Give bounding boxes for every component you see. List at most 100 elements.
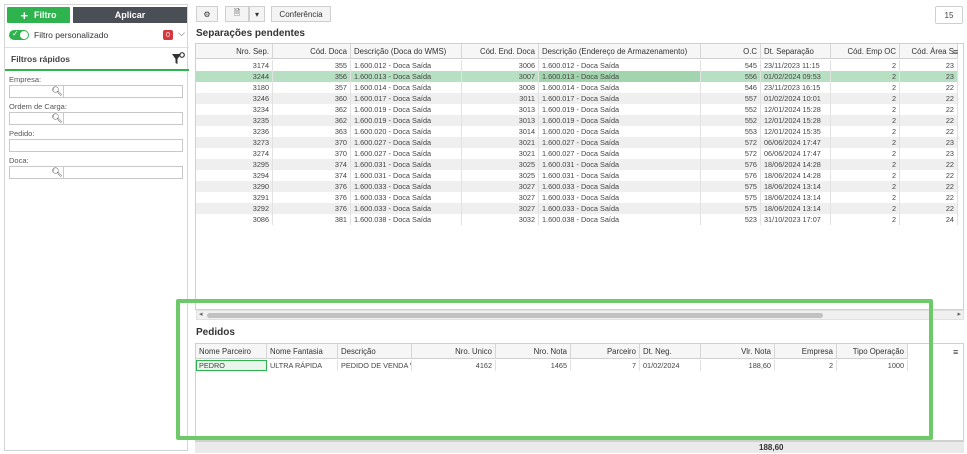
table-cell: 1.600.031 - Doca Saída [351,170,462,181]
column-header[interactable]: Descrição [338,344,412,359]
table-cell: 3180 [196,82,273,93]
filter-actions: + Filtro Aplicar [5,5,189,25]
table-row[interactable]: 3291 376 1.600.033 - Doca Saída 3027 1.600.0… [196,192,958,203]
table-cell: 188,60 [701,360,775,371]
table-cell: 576 [701,159,761,170]
table-cell: 1.600.013 - Doca Saída [539,71,701,82]
column-menu-icon[interactable]: ≡ [953,47,958,57]
table-cell: 01/02/2024 [640,360,701,371]
apply-button[interactable]: Aplicar [73,7,187,23]
separacoes-header-row: Nro. Sep. Cód. Doca Descrição (Doca do WMS… [196,44,958,59]
filter-count-badge: 0 [163,30,173,40]
column-header[interactable]: Cód. Área S [900,44,958,59]
table-cell: 553 [701,126,761,137]
table-row[interactable]: 3174 355 1.600.012 - Doca Saída 3006 1.600.0… [196,60,958,71]
column-header[interactable]: Descrição (Doca do WMS) [351,44,462,59]
table-cell: 370 [273,148,351,159]
column-header[interactable]: Nome Fantasia [267,344,338,359]
conferencia-button[interactable]: Conferência [271,6,331,22]
table-row[interactable]: 3235 362 1.600.019 - Doca Saída 3013 1.600.0… [196,115,958,126]
column-header[interactable]: Empresa [775,344,837,359]
table-row[interactable]: PEDRO ULTRA RÁPIDA PEDIDO DE VENDA V 4162 14… [196,360,908,371]
doca-name-input[interactable] [63,166,183,179]
table-cell: 1.600.027 - Doca Saída [351,148,462,159]
table-cell: 18/06/2024 14:28 [761,159,831,170]
table-row[interactable]: 3294 374 1.600.031 - Doca Saída 3025 1.600.0… [196,170,958,181]
export-button[interactable]: 🗎︎ [225,6,249,22]
table-cell: 22 [900,104,958,115]
pedido-label: Pedido: [9,129,35,138]
scroll-right-arrow-icon[interactable]: ▸ [957,310,961,318]
column-menu-icon[interactable]: ≡ [953,347,958,357]
empresa-name-input[interactable] [63,85,183,98]
table-row[interactable]: 3290 376 1.600.033 - Doca Saída 3027 1.600.0… [196,181,958,192]
custom-filter-row: ✓ Filtro personalizado 0 ⌵ [9,28,187,42]
column-header[interactable]: Tipo Operação [837,344,908,359]
column-header[interactable]: Cód. Emp OC [831,44,900,59]
table-cell: 355 [273,60,351,71]
column-header[interactable]: Nome Parceiro [196,344,267,359]
table-cell: 1.600.017 - Doca Saída [539,93,701,104]
separacoes-grid: Nro. Sep. Cód. Doca Descrição (Doca do WMS… [195,43,964,310]
pedido-input[interactable] [9,139,183,152]
table-row[interactable]: 3236 363 1.600.020 - Doca Saída 3014 1.600.0… [196,126,958,137]
table-cell: 23/11/2023 16:15 [761,82,831,93]
table-cell: 3235 [196,115,273,126]
column-header[interactable]: Descrição (Endereço de Armazenamento) [539,44,701,59]
add-filter-button[interactable]: + Filtro [7,7,70,23]
table-cell: 3246 [196,93,273,104]
chevron-down-icon[interactable]: ⌵ [178,28,185,39]
scroll-left-arrow-icon[interactable]: ◂ [199,310,203,318]
table-row[interactable]: 3180 357 1.600.014 - Doca Saída 3008 1.600.0… [196,82,958,93]
table-cell: 1.600.017 - Doca Saída [351,93,462,104]
table-cell: 2 [831,137,900,148]
column-header[interactable]: O.C [701,44,761,59]
column-header[interactable]: Cód. Doca [273,44,351,59]
table-cell: 22 [900,159,958,170]
table-row[interactable]: 3295 374 1.600.031 - Doca Saída 3025 1.600.0… [196,159,958,170]
scrollbar-thumb[interactable] [207,313,823,318]
table-cell: 357 [273,82,351,93]
table-cell: 1.600.014 - Doca Saída [351,82,462,93]
column-header[interactable]: Nro. Unico [412,344,496,359]
table-row[interactable]: 3244 356 1.600.013 - Doca Saída 3007 1.600.0… [196,71,958,82]
table-row[interactable]: 3274 370 1.600.027 - Doca Saída 3021 1.600.0… [196,148,958,159]
table-cell: 374 [273,170,351,181]
table-row[interactable]: 3273 370 1.600.027 - Doca Saída 3021 1.600.0… [196,137,958,148]
table-cell: 2 [831,126,900,137]
column-header[interactable]: Parceiro [571,344,640,359]
table-cell: 1.600.033 - Doca Saída [351,203,462,214]
gear-icon: ⚙ [203,9,211,19]
search-icon[interactable]: 🔍︎ [51,112,63,125]
table-cell: 01/02/2024 09:53 [761,71,831,82]
pedidos-totals-bar: 188,60 [195,441,964,453]
table-row[interactable]: 3246 360 1.600.017 - Doca Saída 3011 1.600.0… [196,93,958,104]
table-cell: 546 [701,82,761,93]
table-cell: 2 [831,115,900,126]
table-cell: 356 [273,71,351,82]
ordem-carga-name-input[interactable] [63,112,183,125]
table-cell: 360 [273,93,351,104]
separacoes-horizontal-scrollbar[interactable]: ◂ ▸ [196,310,964,320]
column-header[interactable]: Dt. Separação [761,44,831,59]
custom-filter-toggle[interactable]: ✓ [9,29,29,40]
table-cell: 3008 [462,82,539,93]
column-header[interactable]: Nro. Sep. [196,44,273,59]
settings-button[interactable]: ⚙ [196,6,218,22]
table-cell: 1465 [496,360,571,371]
filter-settings-icon[interactable] [171,52,185,66]
export-dropdown-button[interactable]: ▾ [249,6,265,22]
table-cell: 575 [701,203,761,214]
column-header[interactable]: Dt. Neg. [640,344,701,359]
search-icon[interactable]: 🔍︎ [51,85,63,98]
column-header[interactable]: Vlr. Nota [701,344,775,359]
column-header[interactable]: Cód. End. Doca [462,44,539,59]
table-cell: 2 [831,181,900,192]
table-row[interactable]: 3086 381 1.600.038 - Doca Saída 3032 1.600.0… [196,214,958,225]
table-cell: 575 [701,181,761,192]
table-row[interactable]: 3234 362 1.600.019 - Doca Saída 3013 1.600.0… [196,104,958,115]
table-row[interactable]: 3292 376 1.600.033 - Doca Saída 3027 1.600.0… [196,203,958,214]
column-header[interactable]: Nro. Nota [496,344,571,359]
search-icon[interactable]: 🔍︎ [51,166,63,179]
table-cell: 552 [701,104,761,115]
